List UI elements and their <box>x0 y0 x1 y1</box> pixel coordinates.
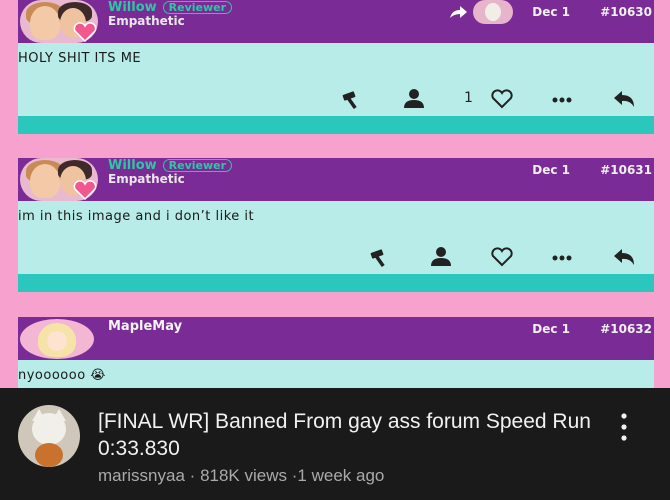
post-actions <box>18 246 654 268</box>
view-count: 818K views <box>200 466 287 485</box>
post-header: Willow Reviewer Empathetic Dec 1 #10631 <box>18 158 654 201</box>
channel-name[interactable]: marissnyaa <box>98 466 185 485</box>
like-count: 1 <box>464 90 473 106</box>
username-text[interactable]: Willow <box>108 0 157 15</box>
post-footer <box>18 274 654 292</box>
post-text: im in this image and i don’t like it <box>18 209 255 224</box>
reply-arrow-icon[interactable] <box>612 246 636 268</box>
more-dots-icon[interactable] <box>550 88 574 110</box>
post-body: HOLY SHIT ITS ME 1 <box>18 43 654 116</box>
username[interactable]: MapleMay <box>108 320 182 333</box>
post-header: Willow Reviewer Empathetic Dec 1 #10630 <box>18 0 654 43</box>
user-icon[interactable] <box>429 246 453 268</box>
post-number[interactable]: #10632 <box>600 322 652 336</box>
channel-avatar[interactable] <box>18 405 80 467</box>
video-title[interactable]: [FINAL WR] Banned From gay ass forum Spe… <box>98 408 598 462</box>
post-date: Dec 1 <box>532 322 570 336</box>
username-text[interactable]: MapleMay <box>108 319 182 334</box>
post-header: MapleMay Dec 1 #10632 <box>18 317 654 360</box>
separator: · <box>189 466 196 485</box>
heart-badge-icon <box>73 180 97 201</box>
video-meta: marissnyaa · 818K views ·1 week ago <box>98 466 384 486</box>
forum-post: Willow Reviewer Empathetic Dec 1 #10630 H… <box>18 0 654 134</box>
post-text: HOLY SHIT ITS ME <box>18 51 142 66</box>
post-number[interactable]: #10630 <box>600 5 652 19</box>
heart-icon[interactable] <box>490 246 514 268</box>
reply-arrow-icon[interactable] <box>612 88 636 110</box>
post-text: nyoooooo 😭 <box>18 368 106 383</box>
hammer-icon[interactable] <box>340 88 364 110</box>
post-footer <box>18 116 654 134</box>
role-badge: Reviewer <box>162 159 233 172</box>
upload-age: 1 week ago <box>297 466 385 485</box>
post-date: Dec 1 <box>532 163 570 177</box>
forum-post: MapleMay Dec 1 #10632 nyoooooo 😭 <box>18 317 654 390</box>
post-actions: 1 <box>18 88 654 110</box>
vertical-dots-icon[interactable] <box>618 412 630 442</box>
user-title: Empathetic <box>108 14 185 28</box>
video-info-bar: [FINAL WR] Banned From gay ass forum Spe… <box>0 388 670 500</box>
more-dots-icon[interactable] <box>550 246 574 268</box>
post-body: nyoooooo 😭 <box>18 360 654 390</box>
post-body: im in this image and i don’t like it <box>18 201 654 274</box>
username-text[interactable]: Willow <box>108 158 157 173</box>
hammer-icon[interactable] <box>368 246 392 268</box>
forum-post: Willow Reviewer Empathetic Dec 1 #10631 i… <box>18 158 654 292</box>
shared-avatar[interactable] <box>473 0 513 24</box>
heart-badge-icon <box>73 22 97 43</box>
share-arrow-icon[interactable] <box>448 4 468 20</box>
role-badge: Reviewer <box>162 1 233 14</box>
username[interactable]: Willow Reviewer <box>108 0 233 15</box>
username[interactable]: Willow Reviewer <box>108 158 233 173</box>
post-date: Dec 1 <box>532 5 570 19</box>
user-icon[interactable] <box>402 88 426 110</box>
user-title: Empathetic <box>108 172 185 186</box>
avatar[interactable] <box>20 319 94 359</box>
heart-icon[interactable] <box>490 88 514 110</box>
post-number[interactable]: #10631 <box>600 163 652 177</box>
